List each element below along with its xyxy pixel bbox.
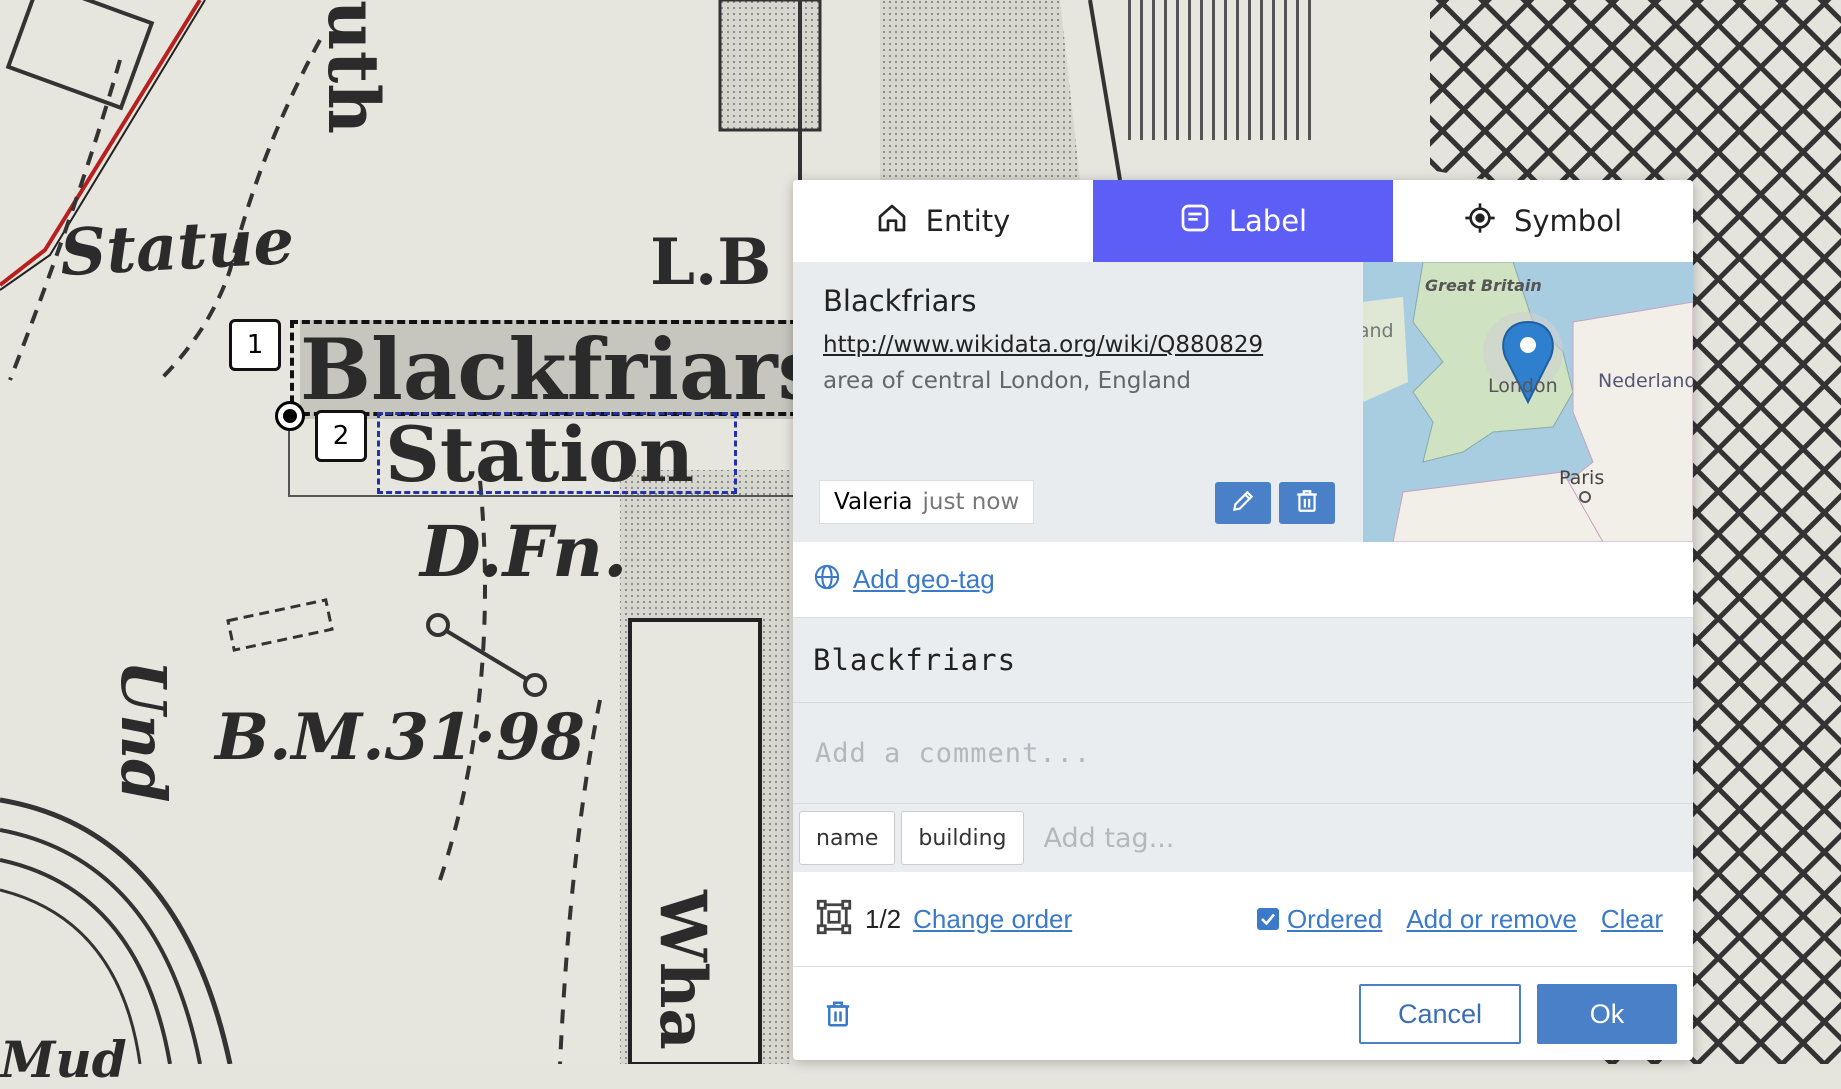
annotation-box-1[interactable]: [290, 320, 810, 416]
mini-map-label-nederland: Nederland: [1598, 370, 1693, 392]
checkbox-checked-icon: [1256, 908, 1279, 930]
map-label-mud: Mud: [0, 1030, 127, 1089]
order-count: 1/2: [865, 903, 902, 934]
home-icon: [876, 202, 908, 241]
map-label-wha: Wha: [645, 890, 720, 1050]
map-label-street-partial: uth: [312, 0, 395, 135]
mini-map-shapes: [1363, 262, 1693, 542]
order-row: 1/2 Change order Ordered Add or remove C…: [793, 872, 1693, 967]
pencil-icon: [1230, 488, 1256, 519]
mini-map-label-great-britain: Great Britain: [1425, 276, 1542, 295]
comment-row: [793, 703, 1693, 804]
annotation-box-2[interactable]: [377, 412, 737, 494]
annotation-number-1[interactable]: 1: [229, 319, 281, 371]
tab-entity-label: Entity: [925, 204, 1011, 238]
entity-mini-map[interactable]: Great Britain Éire / Ireland London Nede…: [1363, 262, 1693, 542]
tags-row: name building: [793, 804, 1693, 872]
geotag-row: Add geo-tag: [793, 542, 1693, 618]
map-label-statue: Statue: [58, 203, 296, 292]
change-order-link[interactable]: Change order: [913, 904, 1072, 935]
annotation-popup: Entity Label Symbol Blackfriars http://w…: [793, 180, 1693, 1060]
mini-map-label-london: London: [1488, 375, 1558, 397]
crosshair-icon: [1464, 202, 1496, 241]
annotation-number-2[interactable]: 2: [315, 410, 367, 462]
author-chip: Valeria just now: [819, 480, 1035, 524]
delete-entity-button[interactable]: [1279, 482, 1335, 524]
tab-symbol-label: Symbol: [1513, 204, 1623, 238]
label-value-row[interactable]: Blackfriars: [793, 618, 1693, 703]
tag-name[interactable]: name: [799, 811, 896, 865]
edit-entity-button[interactable]: [1215, 482, 1271, 524]
entity-card: Blackfriars http://www.wikidata.org/wiki…: [793, 262, 1693, 542]
group-selection-icon: [813, 896, 855, 943]
entity-title: Blackfriars: [823, 284, 977, 318]
entity-description: area of central London, England: [823, 368, 1192, 394]
tab-entity[interactable]: Entity: [793, 180, 1093, 262]
note-icon: [1179, 202, 1211, 241]
ok-button[interactable]: Ok: [1537, 984, 1677, 1044]
clear-link[interactable]: Clear: [1601, 904, 1663, 935]
comment-input[interactable]: [813, 736, 1517, 770]
cancel-button[interactable]: Cancel: [1359, 984, 1521, 1044]
author-timestamp: just now: [922, 489, 1020, 515]
map-label-benchmark: B.M.31·98: [215, 700, 585, 775]
map-label-lb: L.B: [650, 225, 772, 300]
globe-icon: [813, 563, 841, 596]
tab-label-label: Label: [1228, 204, 1308, 238]
tab-label[interactable]: Label: [1093, 180, 1393, 262]
add-or-remove-link[interactable]: Add or remove: [1406, 904, 1577, 935]
trash-icon: [1294, 488, 1320, 519]
trash-icon: [826, 1001, 850, 1027]
author-name: Valeria: [834, 489, 913, 515]
add-geotag-link[interactable]: Add geo-tag: [853, 564, 995, 595]
tag-building[interactable]: building: [901, 811, 1024, 865]
tab-bar: Entity Label Symbol: [793, 180, 1693, 262]
add-tag-input[interactable]: [1041, 821, 1446, 855]
ordered-link[interactable]: Ordered: [1287, 904, 1382, 935]
tab-symbol[interactable]: Symbol: [1393, 180, 1693, 262]
mini-map-label-eire: Éire / Ireland: [1363, 320, 1394, 342]
map-label-dfn: D.Fn.: [420, 510, 628, 593]
anchor-handle[interactable]: [275, 401, 305, 431]
delete-annotation-button[interactable]: [823, 999, 853, 1034]
ordered-toggle[interactable]: Ordered: [1256, 904, 1382, 935]
entity-url-link[interactable]: http://www.wikidata.org/wiki/Q880829: [823, 332, 1343, 358]
footer-row: Cancel Ok: [793, 967, 1693, 1060]
map-label-und: Und: [107, 660, 180, 803]
mini-map-label-paris: Paris: [1559, 467, 1605, 489]
